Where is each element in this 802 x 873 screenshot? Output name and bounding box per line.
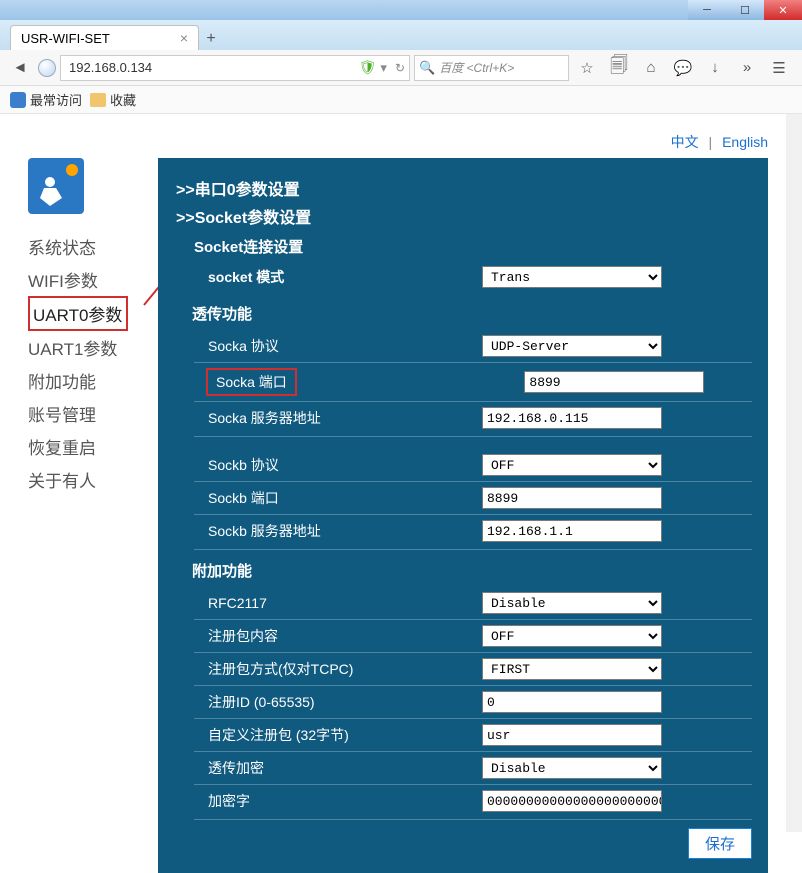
lang-en-link[interactable]: English (722, 134, 768, 150)
extra-heading: 附加功能 (192, 560, 752, 581)
lang-sep: | (703, 134, 719, 150)
socka-port-input[interactable] (524, 371, 704, 393)
site-globe-icon (38, 59, 56, 77)
vertical-scrollbar[interactable] (786, 114, 802, 832)
socket-mode-select[interactable]: Trans (482, 266, 662, 288)
socket-mode-label: socket 模式 (194, 267, 482, 287)
tab-close-icon[interactable]: × (180, 30, 188, 46)
search-icon: 🔍 (419, 60, 435, 76)
config-panel: >>串口0参数设置 >>Socket参数设置 Socket连接设置 socket… (158, 158, 768, 873)
bookmark-icon (10, 92, 26, 108)
window-close-button[interactable]: ✕ (764, 0, 802, 20)
enc-select[interactable]: Disable (482, 757, 662, 779)
bookmark-favorites[interactable]: 收藏 (90, 90, 136, 109)
browser-toolbar: ◄ 192.168.0.134 🛡 ▾ ↻ 🔍 百度 <Ctrl+K> ☆ 🗐 … (0, 50, 802, 86)
key-input[interactable] (482, 790, 662, 812)
search-hint: 百度 <Ctrl+K> (435, 59, 514, 76)
enc-label: 透传加密 (194, 758, 482, 778)
sidebar-item-2[interactable]: UART0参数 (28, 296, 128, 331)
brand-logo (28, 158, 84, 214)
reg-content-label: 注册包内容 (194, 626, 482, 646)
socka-proto-select[interactable]: UDP-Server (482, 335, 662, 357)
save-button[interactable]: 保存 (688, 828, 752, 859)
download-icon[interactable]: ↓ (701, 54, 729, 82)
socka-port-label: Socka 端口 (206, 368, 297, 396)
sockb-port-input[interactable] (482, 487, 662, 509)
nav-back-button[interactable]: ◄ (6, 54, 34, 82)
home-icon[interactable]: ⌂ (637, 54, 665, 82)
sockb-server-label: Sockb 服务器地址 (194, 521, 482, 541)
key-label: 加密字 (194, 791, 482, 811)
star-icon[interactable]: ☆ (573, 54, 601, 82)
reg-id-label: 注册ID (0-65535) (194, 692, 482, 712)
sidebar-item-4[interactable]: 附加功能 (28, 364, 138, 397)
page-body: 中文 | English 系统状态WIFI参数UART0参数UART1参数附加功… (0, 114, 802, 832)
socket-conn-heading: Socket连接设置 (194, 236, 752, 257)
reg-mode-label: 注册包方式(仅对TCPC) (194, 659, 482, 679)
library-icon[interactable]: 🗐 (605, 54, 633, 82)
folder-icon (90, 93, 106, 107)
sockb-port-label: Sockb 端口 (194, 488, 482, 508)
language-switch: 中文 | English (28, 132, 768, 152)
search-bar[interactable]: 🔍 百度 <Ctrl+K> (414, 55, 569, 81)
sockb-server-input[interactable] (482, 520, 662, 542)
reload-icon[interactable]: ↻ (395, 61, 405, 75)
menu-icon[interactable]: ☰ (765, 54, 793, 82)
browser-tab[interactable]: USR-WIFI-SET × (10, 25, 199, 50)
sidebar-item-3[interactable]: UART1参数 (28, 331, 138, 364)
address-bar[interactable]: 192.168.0.134 🛡 ▾ ↻ (60, 55, 410, 81)
sockb-proto-select[interactable]: OFF (482, 454, 662, 476)
tab-title: USR-WIFI-SET (21, 31, 110, 46)
socka-server-input[interactable] (482, 407, 662, 429)
window-minimize-button[interactable]: ─ (688, 0, 726, 20)
dropdown-icon[interactable]: ▾ (376, 60, 391, 76)
window-titlebar: ─ ☐ ✕ (0, 0, 802, 20)
lang-zh-link[interactable]: 中文 (671, 134, 699, 150)
socka-proto-label: Socka 协议 (194, 336, 482, 356)
sidebar-item-7[interactable]: 关于有人 (28, 463, 138, 496)
breadcrumb-2: >>Socket参数设置 (176, 210, 311, 227)
sockb-proto-label: Sockb 协议 (194, 455, 482, 475)
passthru-heading: 透传功能 (192, 303, 752, 324)
browser-tabbar: USR-WIFI-SET × + (0, 20, 802, 50)
bookmarks-bar: 最常访问 收藏 (0, 86, 802, 114)
rfc-label: RFC2117 (194, 595, 482, 611)
url-text: 192.168.0.134 (65, 60, 359, 75)
reg-mode-select[interactable]: FIRST (482, 658, 662, 680)
reg-custom-label: 自定义注册包 (32字节) (194, 725, 482, 745)
socka-server-label: Socka 服务器地址 (194, 408, 482, 428)
overflow-icon[interactable]: » (733, 54, 761, 82)
security-shield-icon[interactable]: 🛡 (359, 59, 377, 76)
breadcrumb-1: >>串口0参数设置 (176, 182, 300, 199)
new-tab-button[interactable]: + (199, 28, 223, 50)
chat-icon[interactable]: 💬 (669, 54, 697, 82)
sidebar-item-0[interactable]: 系统状态 (28, 230, 138, 263)
sidebar-item-5[interactable]: 账号管理 (28, 397, 138, 430)
sidebar: 系统状态WIFI参数UART0参数UART1参数附加功能账号管理恢复重启关于有人 (28, 158, 138, 873)
sidebar-item-1[interactable]: WIFI参数 (28, 263, 138, 296)
bookmark-most-visited[interactable]: 最常访问 (10, 90, 82, 109)
sidebar-item-6[interactable]: 恢复重启 (28, 430, 138, 463)
reg-content-select[interactable]: OFF (482, 625, 662, 647)
rfc-select[interactable]: Disable (482, 592, 662, 614)
reg-id-input[interactable] (482, 691, 662, 713)
window-maximize-button[interactable]: ☐ (726, 0, 764, 20)
reg-custom-input[interactable] (482, 724, 662, 746)
